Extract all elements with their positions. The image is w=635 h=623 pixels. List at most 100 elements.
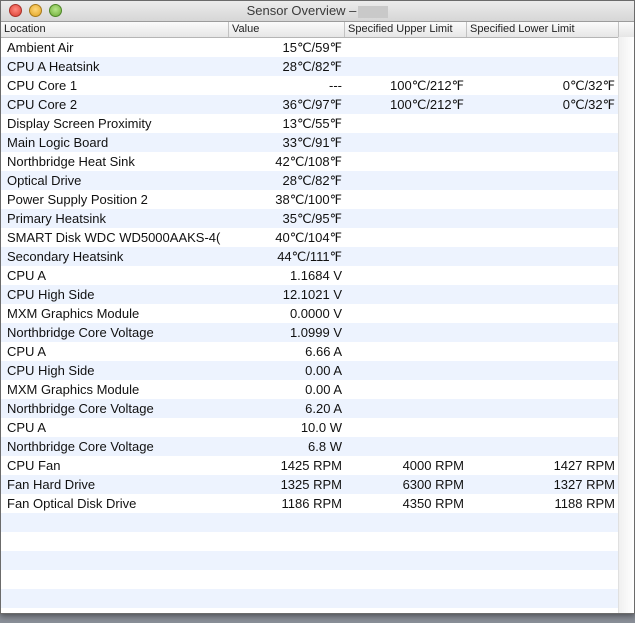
cell-location: CPU High Side	[7, 363, 95, 378]
cell-lower-limit	[467, 228, 615, 247]
cell-value: 42℃/108℉	[275, 154, 342, 169]
table-row[interactable]: Power Supply Position 2 38℃/100℉	[1, 190, 634, 209]
table-row[interactable]: Fan Hard Drive 1325 RPM 6300 RPM 1327 RPM	[1, 475, 634, 494]
cell-lower-limit	[467, 399, 615, 418]
table-row[interactable]: MXM Graphics Module 0.0000 V	[1, 304, 634, 323]
table-row[interactable]: Northbridge Core Voltage 6.8 W	[1, 437, 634, 456]
cell-lower-limit: 1427 RPM	[553, 458, 615, 473]
empty-table-row	[1, 551, 634, 570]
sensor-overview-window: Sensor Overview – Location Value Specifi…	[0, 0, 635, 614]
cell-upper-limit	[345, 380, 464, 399]
cell-location: CPU Fan	[7, 458, 61, 473]
cell-upper-limit	[345, 209, 464, 228]
column-header-location[interactable]: Location	[1, 22, 229, 37]
table-row[interactable]: MXM Graphics Module 0.00 A	[1, 380, 634, 399]
cell-value: 1.0999 V	[289, 325, 342, 340]
cell-value: 0.0000 V	[289, 306, 342, 321]
table-row[interactable]: CPU A Heatsink 28℃/82℉	[1, 57, 634, 76]
cell-location: Fan Optical Disk Drive	[7, 496, 137, 511]
cell-upper-limit	[345, 437, 464, 456]
table-header: Location Value Specified Upper Limit Spe…	[1, 22, 634, 38]
cell-value: 28℃/82℉	[282, 59, 342, 74]
cell-upper-limit	[345, 171, 464, 190]
table-row[interactable]: Northbridge Core Voltage 6.20 A	[1, 399, 634, 418]
cell-lower-limit	[467, 38, 615, 57]
column-header-upper-limit[interactable]: Specified Upper Limit	[345, 22, 467, 37]
cell-upper-limit	[345, 228, 464, 247]
cell-location: Fan Hard Drive	[7, 477, 96, 492]
table-row[interactable]: Northbridge Core Voltage 1.0999 V	[1, 323, 634, 342]
cell-upper-limit	[345, 152, 464, 171]
table-row[interactable]: CPU A 1.1684 V	[1, 266, 634, 285]
cell-value: 44℃/111℉	[277, 249, 342, 264]
column-header-lower-limit[interactable]: Specified Lower Limit	[467, 22, 619, 37]
table-row[interactable]: SMART Disk WDC WD5000AAKS-4(40℃/104℉	[1, 228, 634, 247]
cell-value: 36℃/97℉	[282, 97, 342, 112]
cell-upper-limit: 100℃/212℉	[390, 97, 464, 112]
cell-location: Secondary Heatsink	[7, 249, 124, 264]
cell-location: CPU Core 2	[7, 97, 78, 112]
table-row[interactable]: Ambient Air 15℃/59℉	[1, 38, 634, 57]
empty-table-row	[1, 513, 634, 532]
table-row[interactable]: CPU Core 2 36℃/97℉ 100℃/212℉ 0℃/32℉	[1, 95, 634, 114]
empty-table-row	[1, 589, 634, 608]
cell-upper-limit	[345, 304, 464, 323]
cell-upper-limit	[345, 38, 464, 57]
vertical-scrollbar[interactable]	[618, 37, 634, 613]
cell-upper-limit: 4000 RPM	[402, 458, 464, 473]
cell-upper-limit	[345, 285, 464, 304]
cell-location: MXM Graphics Module	[7, 382, 140, 397]
cell-value: 6.66 A	[305, 344, 342, 359]
title-bar[interactable]: Sensor Overview –	[1, 1, 634, 22]
cell-location: Display Screen Proximity	[7, 116, 152, 131]
table-row[interactable]: Display Screen Proximity 13℃/55℉	[1, 114, 634, 133]
table-row[interactable]: Optical Drive 28℃/82℉	[1, 171, 634, 190]
cell-lower-limit	[467, 418, 615, 437]
table-row[interactable]: Secondary Heatsink 44℃/111℉	[1, 247, 634, 266]
cell-lower-limit	[467, 361, 615, 380]
table-row[interactable]: CPU A 10.0 W	[1, 418, 634, 437]
cell-location: Primary Heatsink	[7, 211, 106, 226]
cell-value: 15℃/59℉	[282, 40, 342, 55]
cell-lower-limit	[467, 190, 615, 209]
window-title: Sensor Overview –	[246, 3, 357, 18]
cell-location: MXM Graphics Module	[7, 306, 140, 321]
cell-lower-limit	[467, 114, 615, 133]
cell-value: 40℃/104℉	[275, 230, 342, 245]
cell-upper-limit	[345, 190, 464, 209]
cell-lower-limit	[467, 437, 615, 456]
cell-lower-limit	[467, 133, 615, 152]
cell-lower-limit	[467, 323, 615, 342]
table-row[interactable]: Primary Heatsink 35℃/95℉	[1, 209, 634, 228]
cell-location: Power Supply Position 2	[7, 192, 148, 207]
table-row[interactable]: Fan Optical Disk Drive 1186 RPM 4350 RPM 11…	[1, 494, 634, 513]
cell-location: CPU A	[7, 268, 47, 283]
cell-lower-limit: 1327 RPM	[553, 477, 615, 492]
cell-value: 1.1684 V	[289, 268, 342, 283]
cell-upper-limit	[345, 57, 464, 76]
cell-location: CPU Core 1	[7, 78, 78, 93]
cell-upper-limit	[345, 342, 464, 361]
cell-upper-limit	[345, 323, 464, 342]
cell-value: 10.0 W	[300, 420, 342, 435]
cell-location: Optical Drive	[7, 173, 82, 188]
cell-location: CPU A	[7, 420, 47, 435]
window-title-group: Sensor Overview –	[1, 3, 634, 18]
cell-location: CPU High Side	[7, 287, 95, 302]
cell-upper-limit	[345, 418, 464, 437]
column-header-value[interactable]: Value	[229, 22, 345, 37]
cell-value: 6.8 W	[308, 439, 342, 454]
cell-lower-limit	[467, 57, 615, 76]
table-row[interactable]: CPU High Side 0.00 A	[1, 361, 634, 380]
cell-value: 1186 RPM	[281, 496, 342, 511]
cell-value: 12.1021 V	[282, 287, 342, 302]
table-row[interactable]: CPU Core 1 --- 100℃/212℉ 0℃/32℉	[1, 76, 634, 95]
table-row[interactable]: CPU High Side 12.1021 V	[1, 285, 634, 304]
table-row[interactable]: CPU A 6.66 A	[1, 342, 634, 361]
table-row[interactable]: Main Logic Board 33℃/91℉	[1, 133, 634, 152]
cell-lower-limit	[467, 285, 615, 304]
table-row[interactable]: CPU Fan 1425 RPM 4000 RPM 1427 RPM	[1, 456, 634, 475]
cell-lower-limit	[467, 380, 615, 399]
cell-value: 0.00 A	[305, 382, 342, 397]
table-row[interactable]: Northbridge Heat Sink 42℃/108℉	[1, 152, 634, 171]
